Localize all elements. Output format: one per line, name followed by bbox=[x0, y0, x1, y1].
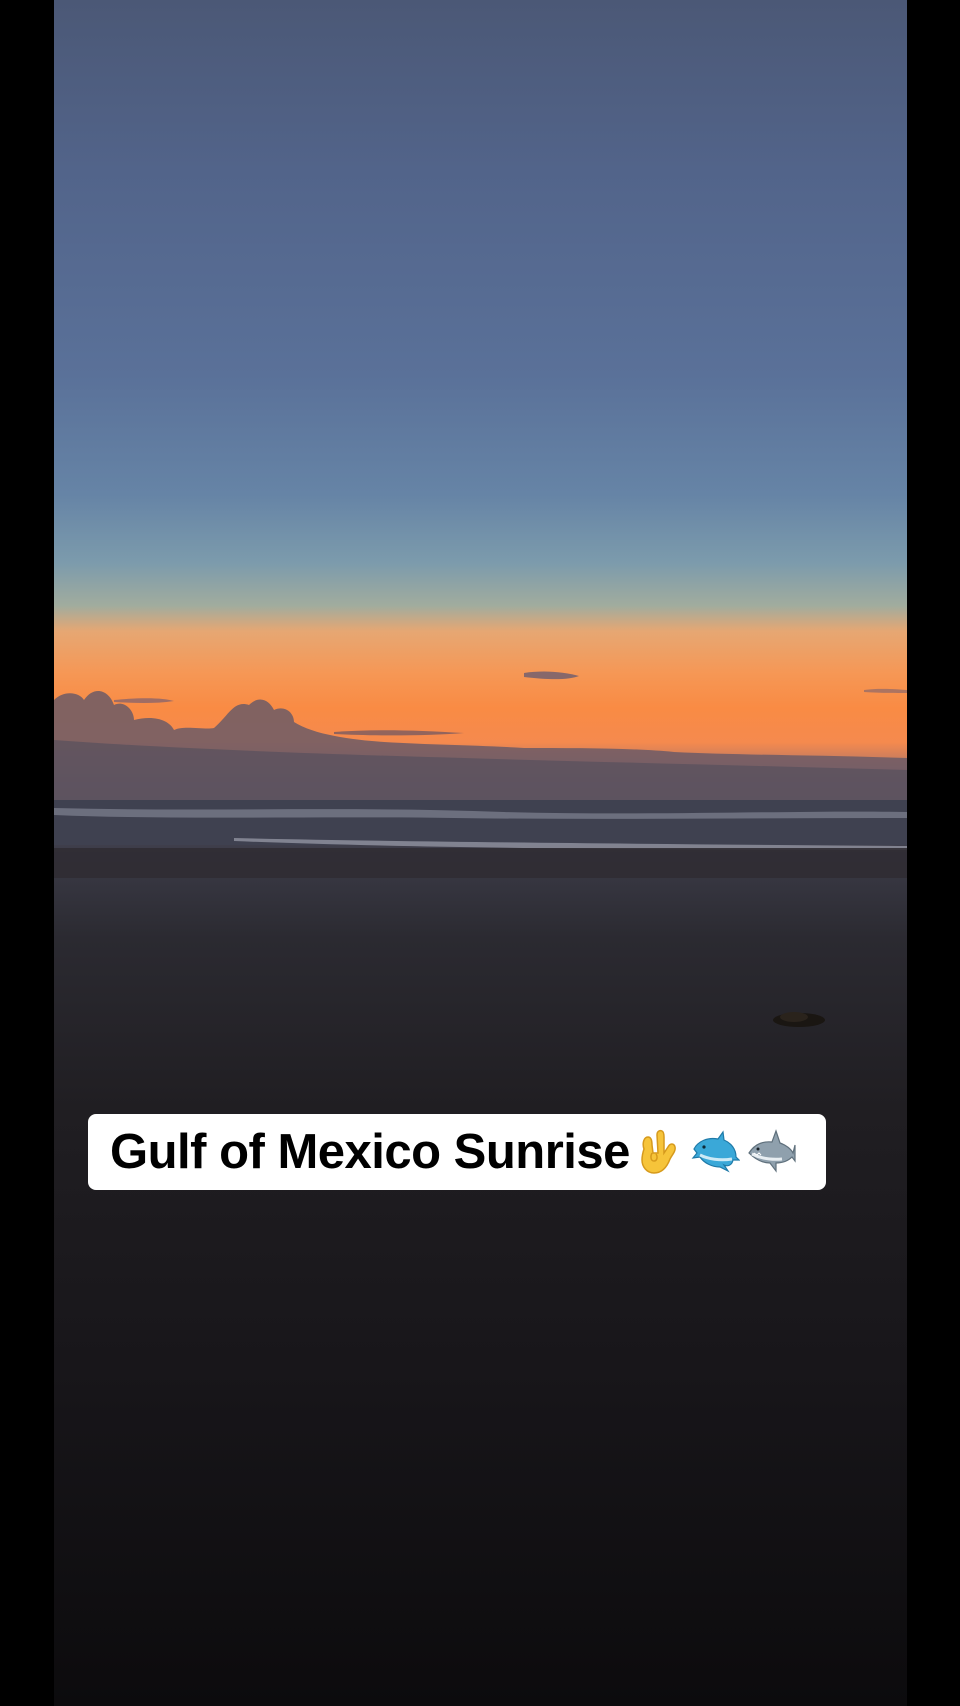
hand-horns-icon bbox=[641, 1129, 676, 1174]
video-frame: Gulf of Mexico Sunrise bbox=[0, 0, 960, 1706]
caption-text: Gulf of Mexico Sunrise bbox=[110, 1125, 630, 1179]
cloud-streak bbox=[524, 671, 579, 680]
dolphin-icon bbox=[691, 1130, 740, 1173]
caption-emojis bbox=[634, 1127, 796, 1177]
shore bbox=[54, 848, 907, 878]
ocean bbox=[54, 800, 907, 845]
caption-box: Gulf of Mexico Sunrise bbox=[88, 1114, 826, 1190]
shark-icon bbox=[748, 1129, 796, 1173]
scenery-graphic bbox=[54, 671, 907, 1027]
beach-sunrise-photo bbox=[54, 0, 907, 1706]
